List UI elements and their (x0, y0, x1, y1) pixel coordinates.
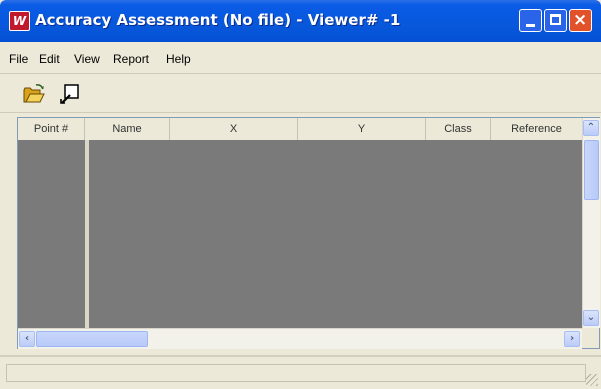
column-header-y[interactable]: Y (298, 118, 426, 140)
menu-view[interactable]: View (74, 52, 100, 66)
app-icon[interactable]: W (9, 11, 30, 31)
close-icon: × (573, 10, 588, 30)
row-number-column (18, 140, 89, 328)
menu-edit[interactable]: Edit (39, 52, 60, 66)
menu-help[interactable]: Help (166, 52, 191, 66)
window-title: Accuracy Assessment (No file) - Viewer# … (35, 11, 401, 29)
column-header-point[interactable]: Point # (18, 118, 85, 140)
menu-bar: File Edit View Report Help (0, 44, 601, 74)
column-header-name[interactable]: Name (85, 118, 170, 140)
horizontal-scrollbar[interactable]: ‹ › (18, 328, 582, 349)
scroll-up-button[interactable]: ⌃ (583, 120, 599, 136)
toolbar (0, 76, 601, 113)
resize-grip-icon[interactable] (586, 374, 598, 386)
open-file-button[interactable] (22, 82, 46, 106)
close-button[interactable]: × (569, 9, 592, 32)
app-icon-letter: W (12, 14, 27, 28)
menu-report[interactable]: Report (113, 52, 149, 66)
horizontal-scroll-thumb[interactable] (36, 331, 148, 347)
scroll-down-button[interactable]: ⌄ (583, 310, 599, 326)
viewer-select-icon (60, 84, 79, 104)
maximize-button[interactable] (544, 9, 567, 32)
accuracy-table[interactable]: Point # Name X Y Class Reference ⌃ ⌄ ‹ › (17, 117, 600, 349)
scroll-left-button[interactable]: ‹ (19, 331, 35, 347)
vertical-scroll-thumb[interactable] (584, 140, 599, 200)
select-viewer-button[interactable] (58, 82, 82, 106)
column-header-class[interactable]: Class (426, 118, 491, 140)
column-header-x[interactable]: X (170, 118, 298, 140)
title-bar[interactable]: W Accuracy Assessment (No file) - Viewer… (0, 0, 601, 42)
menu-file[interactable]: File (9, 52, 28, 66)
maximize-icon (550, 14, 561, 25)
table-body[interactable] (89, 140, 582, 328)
status-bar (0, 355, 601, 389)
accuracy-assessment-window: W Accuracy Assessment (No file) - Viewer… (0, 0, 601, 389)
column-header-reference[interactable]: Reference (491, 118, 582, 140)
vertical-scrollbar[interactable]: ⌃ ⌄ (582, 118, 600, 328)
table-header: Point # Name X Y Class Reference (18, 118, 582, 141)
status-text (6, 364, 586, 382)
scroll-right-button[interactable]: › (564, 331, 580, 347)
minimize-icon (526, 24, 535, 27)
scrollbar-corner (582, 328, 599, 348)
open-folder-icon (23, 84, 45, 103)
minimize-button[interactable] (519, 9, 542, 32)
